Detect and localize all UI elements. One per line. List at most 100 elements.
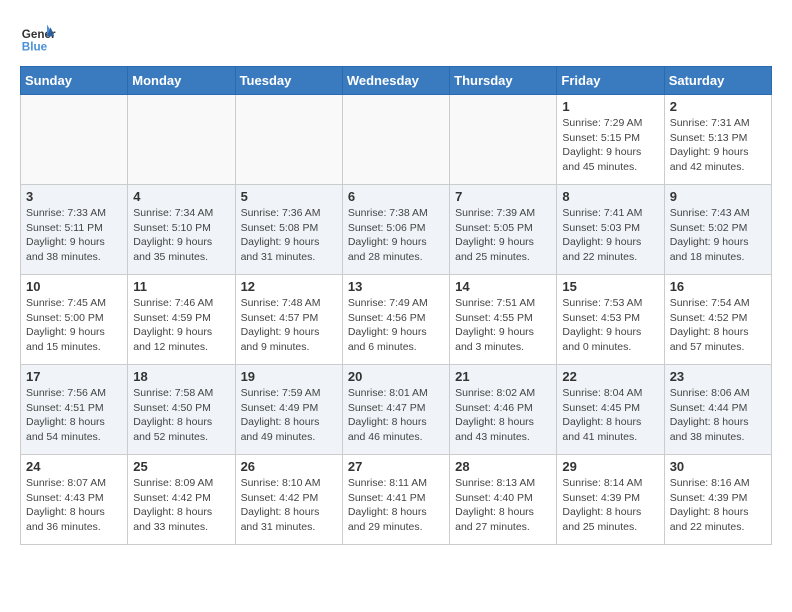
calendar-cell: 1 Sunrise: 7:29 AM Sunset: 5:15 PM Daylig… (557, 95, 664, 185)
day-info: Sunrise: 8:04 AM Sunset: 4:45 PM Dayligh… (562, 386, 658, 445)
day-info: Sunrise: 8:09 AM Sunset: 4:42 PM Dayligh… (133, 476, 229, 535)
calendar-cell: 3 Sunrise: 7:33 AM Sunset: 5:11 PM Daylig… (21, 185, 128, 275)
column-header-wednesday: Wednesday (342, 67, 449, 95)
calendar-cell (342, 95, 449, 185)
day-number: 26 (241, 459, 337, 474)
day-info: Sunrise: 7:51 AM Sunset: 4:55 PM Dayligh… (455, 296, 551, 355)
calendar-cell: 25Sunrise: 8:09 AM Sunset: 4:42 PM Dayli… (128, 455, 235, 545)
day-number: 20 (348, 369, 444, 384)
logo: General Blue (20, 20, 60, 56)
calendar-cell: 28Sunrise: 8:13 AM Sunset: 4:40 PM Dayli… (450, 455, 557, 545)
day-number: 3 (26, 189, 122, 204)
calendar-cell: 12Sunrise: 7:48 AM Sunset: 4:57 PM Dayli… (235, 275, 342, 365)
day-info: Sunrise: 7:29 AM Sunset: 5:15 PM Dayligh… (562, 116, 658, 175)
column-header-tuesday: Tuesday (235, 67, 342, 95)
calendar-cell: 5 Sunrise: 7:36 AM Sunset: 5:08 PM Daylig… (235, 185, 342, 275)
day-number: 15 (562, 279, 658, 294)
column-header-friday: Friday (557, 67, 664, 95)
day-number: 18 (133, 369, 229, 384)
day-info: Sunrise: 7:39 AM Sunset: 5:05 PM Dayligh… (455, 206, 551, 265)
calendar-cell: 29 Sunrise: 8:14 AM Sunset: 4:39 PM Dayli… (557, 455, 664, 545)
calendar-cell: 2 Sunrise: 7:31 AM Sunset: 5:13 PM Daylig… (664, 95, 771, 185)
week-row-4: 17Sunrise: 7:56 AM Sunset: 4:51 PM Dayli… (21, 365, 772, 455)
calendar-cell: 16 Sunrise: 7:54 AM Sunset: 4:52 PM Dayli… (664, 275, 771, 365)
day-number: 27 (348, 459, 444, 474)
day-info: Sunrise: 8:06 AM Sunset: 4:44 PM Dayligh… (670, 386, 766, 445)
calendar-cell: 22 Sunrise: 8:04 AM Sunset: 4:45 PM Dayli… (557, 365, 664, 455)
day-info: Sunrise: 8:16 AM Sunset: 4:39 PM Dayligh… (670, 476, 766, 535)
calendar-cell: 14 Sunrise: 7:51 AM Sunset: 4:55 PM Dayli… (450, 275, 557, 365)
calendar-cell: 27 Sunrise: 8:11 AM Sunset: 4:41 PM Dayli… (342, 455, 449, 545)
day-info: Sunrise: 7:46 AM Sunset: 4:59 PM Dayligh… (133, 296, 229, 355)
calendar-cell: 8 Sunrise: 7:41 AM Sunset: 5:03 PM Daylig… (557, 185, 664, 275)
day-number: 4 (133, 189, 229, 204)
day-info: Sunrise: 7:41 AM Sunset: 5:03 PM Dayligh… (562, 206, 658, 265)
day-info: Sunrise: 7:34 AM Sunset: 5:10 PM Dayligh… (133, 206, 229, 265)
column-header-sunday: Sunday (21, 67, 128, 95)
calendar-cell (128, 95, 235, 185)
calendar-header-row: SundayMondayTuesdayWednesdayThursdayFrid… (21, 67, 772, 95)
day-info: Sunrise: 7:45 AM Sunset: 5:00 PM Dayligh… (26, 296, 122, 355)
calendar-table: SundayMondayTuesdayWednesdayThursdayFrid… (20, 66, 772, 545)
day-number: 12 (241, 279, 337, 294)
day-info: Sunrise: 7:53 AM Sunset: 4:53 PM Dayligh… (562, 296, 658, 355)
calendar-cell: 11 Sunrise: 7:46 AM Sunset: 4:59 PM Dayli… (128, 275, 235, 365)
day-number: 11 (133, 279, 229, 294)
day-number: 30 (670, 459, 766, 474)
day-info: Sunrise: 7:56 AM Sunset: 4:51 PM Dayligh… (26, 386, 122, 445)
day-number: 1 (562, 99, 658, 114)
day-info: Sunrise: 7:59 AM Sunset: 4:49 PM Dayligh… (241, 386, 337, 445)
week-row-3: 10 Sunrise: 7:45 AM Sunset: 5:00 PM Dayli… (21, 275, 772, 365)
calendar-cell (235, 95, 342, 185)
calendar-cell: 6 Sunrise: 7:38 AM Sunset: 5:06 PM Daylig… (342, 185, 449, 275)
day-info: Sunrise: 8:11 AM Sunset: 4:41 PM Dayligh… (348, 476, 444, 535)
calendar-cell: 4 Sunrise: 7:34 AM Sunset: 5:10 PM Daylig… (128, 185, 235, 275)
day-number: 19 (241, 369, 337, 384)
calendar-cell: 24 Sunrise: 8:07 AM Sunset: 4:43 PM Dayli… (21, 455, 128, 545)
day-number: 8 (562, 189, 658, 204)
day-info: Sunrise: 7:38 AM Sunset: 5:06 PM Dayligh… (348, 206, 444, 265)
day-info: Sunrise: 8:01 AM Sunset: 4:47 PM Dayligh… (348, 386, 444, 445)
day-number: 7 (455, 189, 551, 204)
day-info: Sunrise: 7:54 AM Sunset: 4:52 PM Dayligh… (670, 296, 766, 355)
calendar-cell: 13Sunrise: 7:49 AM Sunset: 4:56 PM Dayli… (342, 275, 449, 365)
day-info: Sunrise: 8:10 AM Sunset: 4:42 PM Dayligh… (241, 476, 337, 535)
calendar-cell: 9Sunrise: 7:43 AM Sunset: 5:02 PM Daylig… (664, 185, 771, 275)
logo-icon: General Blue (20, 20, 56, 56)
column-header-saturday: Saturday (664, 67, 771, 95)
calendar-cell: 19 Sunrise: 7:59 AM Sunset: 4:49 PM Dayli… (235, 365, 342, 455)
header: General Blue (20, 20, 772, 56)
day-info: Sunrise: 7:31 AM Sunset: 5:13 PM Dayligh… (670, 116, 766, 175)
day-number: 24 (26, 459, 122, 474)
day-number: 2 (670, 99, 766, 114)
day-info: Sunrise: 7:36 AM Sunset: 5:08 PM Dayligh… (241, 206, 337, 265)
svg-text:Blue: Blue (22, 41, 48, 54)
column-header-monday: Monday (128, 67, 235, 95)
day-number: 16 (670, 279, 766, 294)
week-row-2: 3 Sunrise: 7:33 AM Sunset: 5:11 PM Daylig… (21, 185, 772, 275)
day-number: 23 (670, 369, 766, 384)
day-info: Sunrise: 8:07 AM Sunset: 4:43 PM Dayligh… (26, 476, 122, 535)
day-number: 22 (562, 369, 658, 384)
calendar-cell: 20 Sunrise: 8:01 AM Sunset: 4:47 PM Dayli… (342, 365, 449, 455)
calendar-cell: 21Sunrise: 8:02 AM Sunset: 4:46 PM Dayli… (450, 365, 557, 455)
day-number: 5 (241, 189, 337, 204)
day-number: 29 (562, 459, 658, 474)
day-number: 14 (455, 279, 551, 294)
day-info: Sunrise: 7:49 AM Sunset: 4:56 PM Dayligh… (348, 296, 444, 355)
day-number: 10 (26, 279, 122, 294)
calendar-cell (450, 95, 557, 185)
day-info: Sunrise: 7:33 AM Sunset: 5:11 PM Dayligh… (26, 206, 122, 265)
calendar-cell (21, 95, 128, 185)
week-row-5: 24 Sunrise: 8:07 AM Sunset: 4:43 PM Dayli… (21, 455, 772, 545)
calendar-cell: 15 Sunrise: 7:53 AM Sunset: 4:53 PM Dayli… (557, 275, 664, 365)
day-info: Sunrise: 8:14 AM Sunset: 4:39 PM Dayligh… (562, 476, 658, 535)
calendar-cell: 17Sunrise: 7:56 AM Sunset: 4:51 PM Dayli… (21, 365, 128, 455)
calendar-cell: 7 Sunrise: 7:39 AM Sunset: 5:05 PM Daylig… (450, 185, 557, 275)
day-number: 9 (670, 189, 766, 204)
week-row-1: 1 Sunrise: 7:29 AM Sunset: 5:15 PM Daylig… (21, 95, 772, 185)
calendar-cell: 30 Sunrise: 8:16 AM Sunset: 4:39 PM Dayli… (664, 455, 771, 545)
day-number: 6 (348, 189, 444, 204)
calendar-cell: 26 Sunrise: 8:10 AM Sunset: 4:42 PM Dayli… (235, 455, 342, 545)
calendar-cell: 10 Sunrise: 7:45 AM Sunset: 5:00 PM Dayli… (21, 275, 128, 365)
